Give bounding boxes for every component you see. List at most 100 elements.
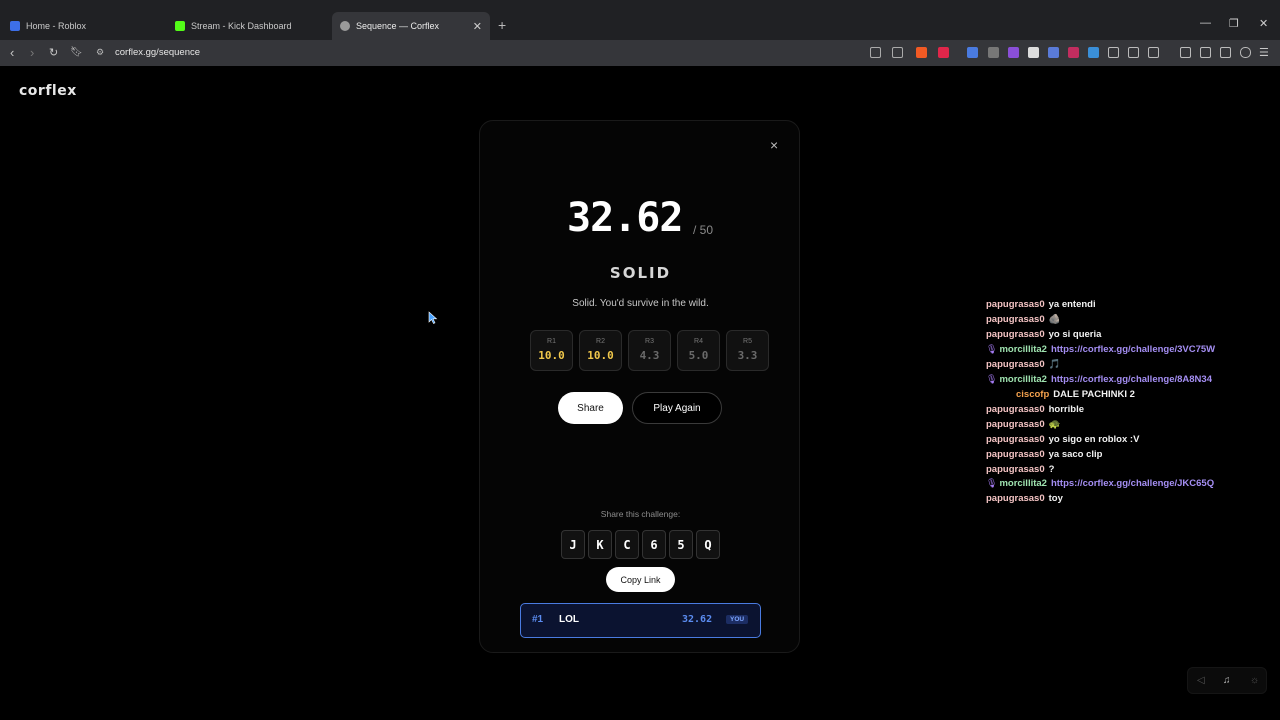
chat-emote: 🪨 — [1048, 314, 1061, 325]
tab-label: Home - Roblox — [26, 21, 87, 31]
tab-kick-dashboard[interactable]: Stream - Kick Dashboard — [167, 12, 330, 40]
code-char: 6 — [642, 530, 666, 559]
code-char: J — [561, 530, 585, 559]
extension-icon[interactable] — [1088, 47, 1099, 58]
chat-text: yo si queria — [1048, 329, 1102, 340]
puzzle-extensions-icon[interactable] — [1128, 47, 1139, 58]
copy-link-button[interactable]: Copy Link — [606, 567, 675, 592]
round-score-card: R1 10.0 — [530, 330, 573, 371]
menu-icon[interactable]: ☰ — [1259, 46, 1269, 59]
extension-icon[interactable] — [1028, 47, 1039, 58]
code-char: C — [615, 530, 639, 559]
share-icon[interactable] — [892, 47, 903, 58]
share-challenge-label: Share this challenge: — [600, 509, 681, 519]
round-value: 3.3 — [737, 349, 758, 362]
vpn-icon[interactable] — [1240, 47, 1251, 58]
chat-message: ciscofp DALE PACHINKI 2 — [1016, 389, 1135, 400]
brave-rewards-icon[interactable] — [938, 47, 949, 58]
chat-username: papugrasas0 — [986, 434, 1045, 445]
round-label: R2 — [596, 338, 605, 345]
chat-link[interactable]: https://corflex.gg/challenge/JKC65Q — [1051, 478, 1214, 489]
leo-ai-icon[interactable] — [1220, 47, 1231, 58]
round-score-card: R3 4.3 — [628, 330, 671, 371]
chat-username: papugrasas0 — [986, 449, 1045, 460]
cast-icon[interactable] — [870, 47, 881, 58]
chat-emote: 🎵 — [1048, 359, 1061, 370]
leaderboard-score: 32.62 — [682, 614, 713, 625]
chat-message: papugrasas0? — [986, 464, 1054, 475]
wallet-icon[interactable] — [1200, 47, 1211, 58]
roblox-favicon-icon — [10, 21, 20, 31]
code-char: K — [588, 530, 612, 559]
you-badge: YOU — [726, 615, 749, 624]
chat-message: papugrasas0 🎵 — [986, 359, 1060, 370]
round-value: 10.0 — [587, 349, 614, 362]
chat-message: papugrasas0 horrible — [986, 404, 1084, 415]
tab-corflex-sequence[interactable]: Sequence — Corflex ✕ — [332, 12, 490, 40]
play-again-button[interactable]: Play Again — [632, 392, 722, 424]
translate-extension-icon[interactable] — [967, 47, 978, 58]
tab-label: Sequence — Corflex — [356, 21, 440, 31]
mute-icon[interactable]: ◁ — [1197, 675, 1205, 686]
site-settings-icon[interactable]: ⚙ — [96, 47, 104, 58]
chat-username: papugrasas0 — [986, 464, 1045, 475]
chat-username: papugrasas0 — [986, 419, 1045, 430]
chat-text: yo sigo en roblox :V — [1048, 434, 1140, 445]
rank-tagline: Solid. You'd survive in the wild. — [572, 298, 709, 309]
chat-message: papugrasas0 🪨 — [986, 314, 1060, 325]
brave-shield-icon[interactable] — [916, 47, 927, 58]
stream-chat-overlay: papugrasas0 ya entendi papugrasas0 🪨 papug… — [986, 300, 1276, 510]
reload-icon[interactable]: ↻ — [49, 46, 58, 59]
extension-icon[interactable] — [1148, 47, 1159, 58]
chat-message: papugrasas0 toy — [986, 493, 1063, 504]
forward-icon[interactable]: › — [30, 45, 34, 60]
chat-link[interactable]: https://corflex.gg/challenge/8A8N34 — [1051, 374, 1212, 385]
challenge-code: J K C 6 5 Q — [561, 530, 720, 559]
sidebar-icon[interactable] — [1180, 47, 1191, 58]
address-bar[interactable]: corflex.gg/sequence — [115, 47, 200, 58]
close-window-icon[interactable]: ✕ — [1259, 17, 1268, 30]
close-modal-icon[interactable]: × — [770, 137, 778, 153]
extension-icon[interactable] — [988, 47, 999, 58]
chat-message: papugrasas0 ya entendi — [986, 300, 1096, 310]
extension-icon[interactable] — [1048, 47, 1059, 58]
browser-toolbar: ‹ › ↻ 🔖︎ ⚙ corflex.gg/sequence ☰ — [0, 40, 1280, 66]
corflex-logo[interactable]: corflex — [19, 83, 77, 99]
leaderboard-position: #1 — [532, 614, 544, 625]
restore-icon[interactable]: ❐ — [1229, 17, 1239, 30]
extension-icon[interactable] — [1108, 47, 1119, 58]
media-controls: ◁ ♫ ☼ — [1187, 667, 1267, 694]
new-tab-icon[interactable]: + — [498, 17, 506, 33]
extension-icon[interactable] — [1068, 47, 1079, 58]
round-value: 10.0 — [538, 349, 565, 362]
chat-message: papugrasas0 yo sigo en roblox :V — [986, 434, 1139, 445]
brightness-icon[interactable]: ☼ — [1250, 675, 1259, 686]
rank-title: SOLID — [609, 264, 672, 282]
chat-username: morcillita2 — [999, 478, 1047, 489]
chat-text: horrible — [1048, 404, 1084, 415]
chat-username: papugrasas0 — [986, 359, 1045, 370]
round-label: R4 — [694, 338, 703, 345]
chat-username: papugrasas0 — [986, 314, 1045, 325]
back-icon[interactable]: ‹ — [10, 45, 14, 60]
music-icon[interactable]: ♫ — [1223, 675, 1231, 686]
tab-roblox[interactable]: Home - Roblox — [2, 12, 165, 40]
results-modal: × 32.62 / 50 SOLID Solid. You'd survive … — [479, 120, 800, 653]
minimize-icon[interactable]: — — [1200, 17, 1211, 29]
chat-text: ? — [1048, 464, 1055, 475]
code-char: Q — [696, 530, 720, 559]
share-button[interactable]: Share — [558, 392, 623, 424]
chat-username: papugrasas0 — [986, 404, 1045, 415]
mic-badge-icon: 🎙︎ — [986, 478, 998, 488]
mic-badge-icon: 🎙︎ — [986, 344, 998, 354]
chat-message: papugrasas0 ya saco clip — [986, 449, 1103, 460]
round-label: R1 — [547, 338, 556, 345]
bookmark-icon[interactable]: 🔖︎ — [70, 47, 83, 58]
extension-icon[interactable] — [1008, 47, 1019, 58]
kick-favicon-icon — [175, 21, 185, 31]
close-tab-icon[interactable]: ✕ — [473, 20, 482, 33]
chat-text: DALE PACHINKI 2 — [1053, 389, 1135, 400]
chat-link[interactable]: https://corflex.gg/challenge/3VC75W — [1051, 344, 1215, 355]
leaderboard-row: #1 LOL 32.62 YOU — [520, 603, 761, 638]
max-score: / 50 — [693, 223, 714, 237]
